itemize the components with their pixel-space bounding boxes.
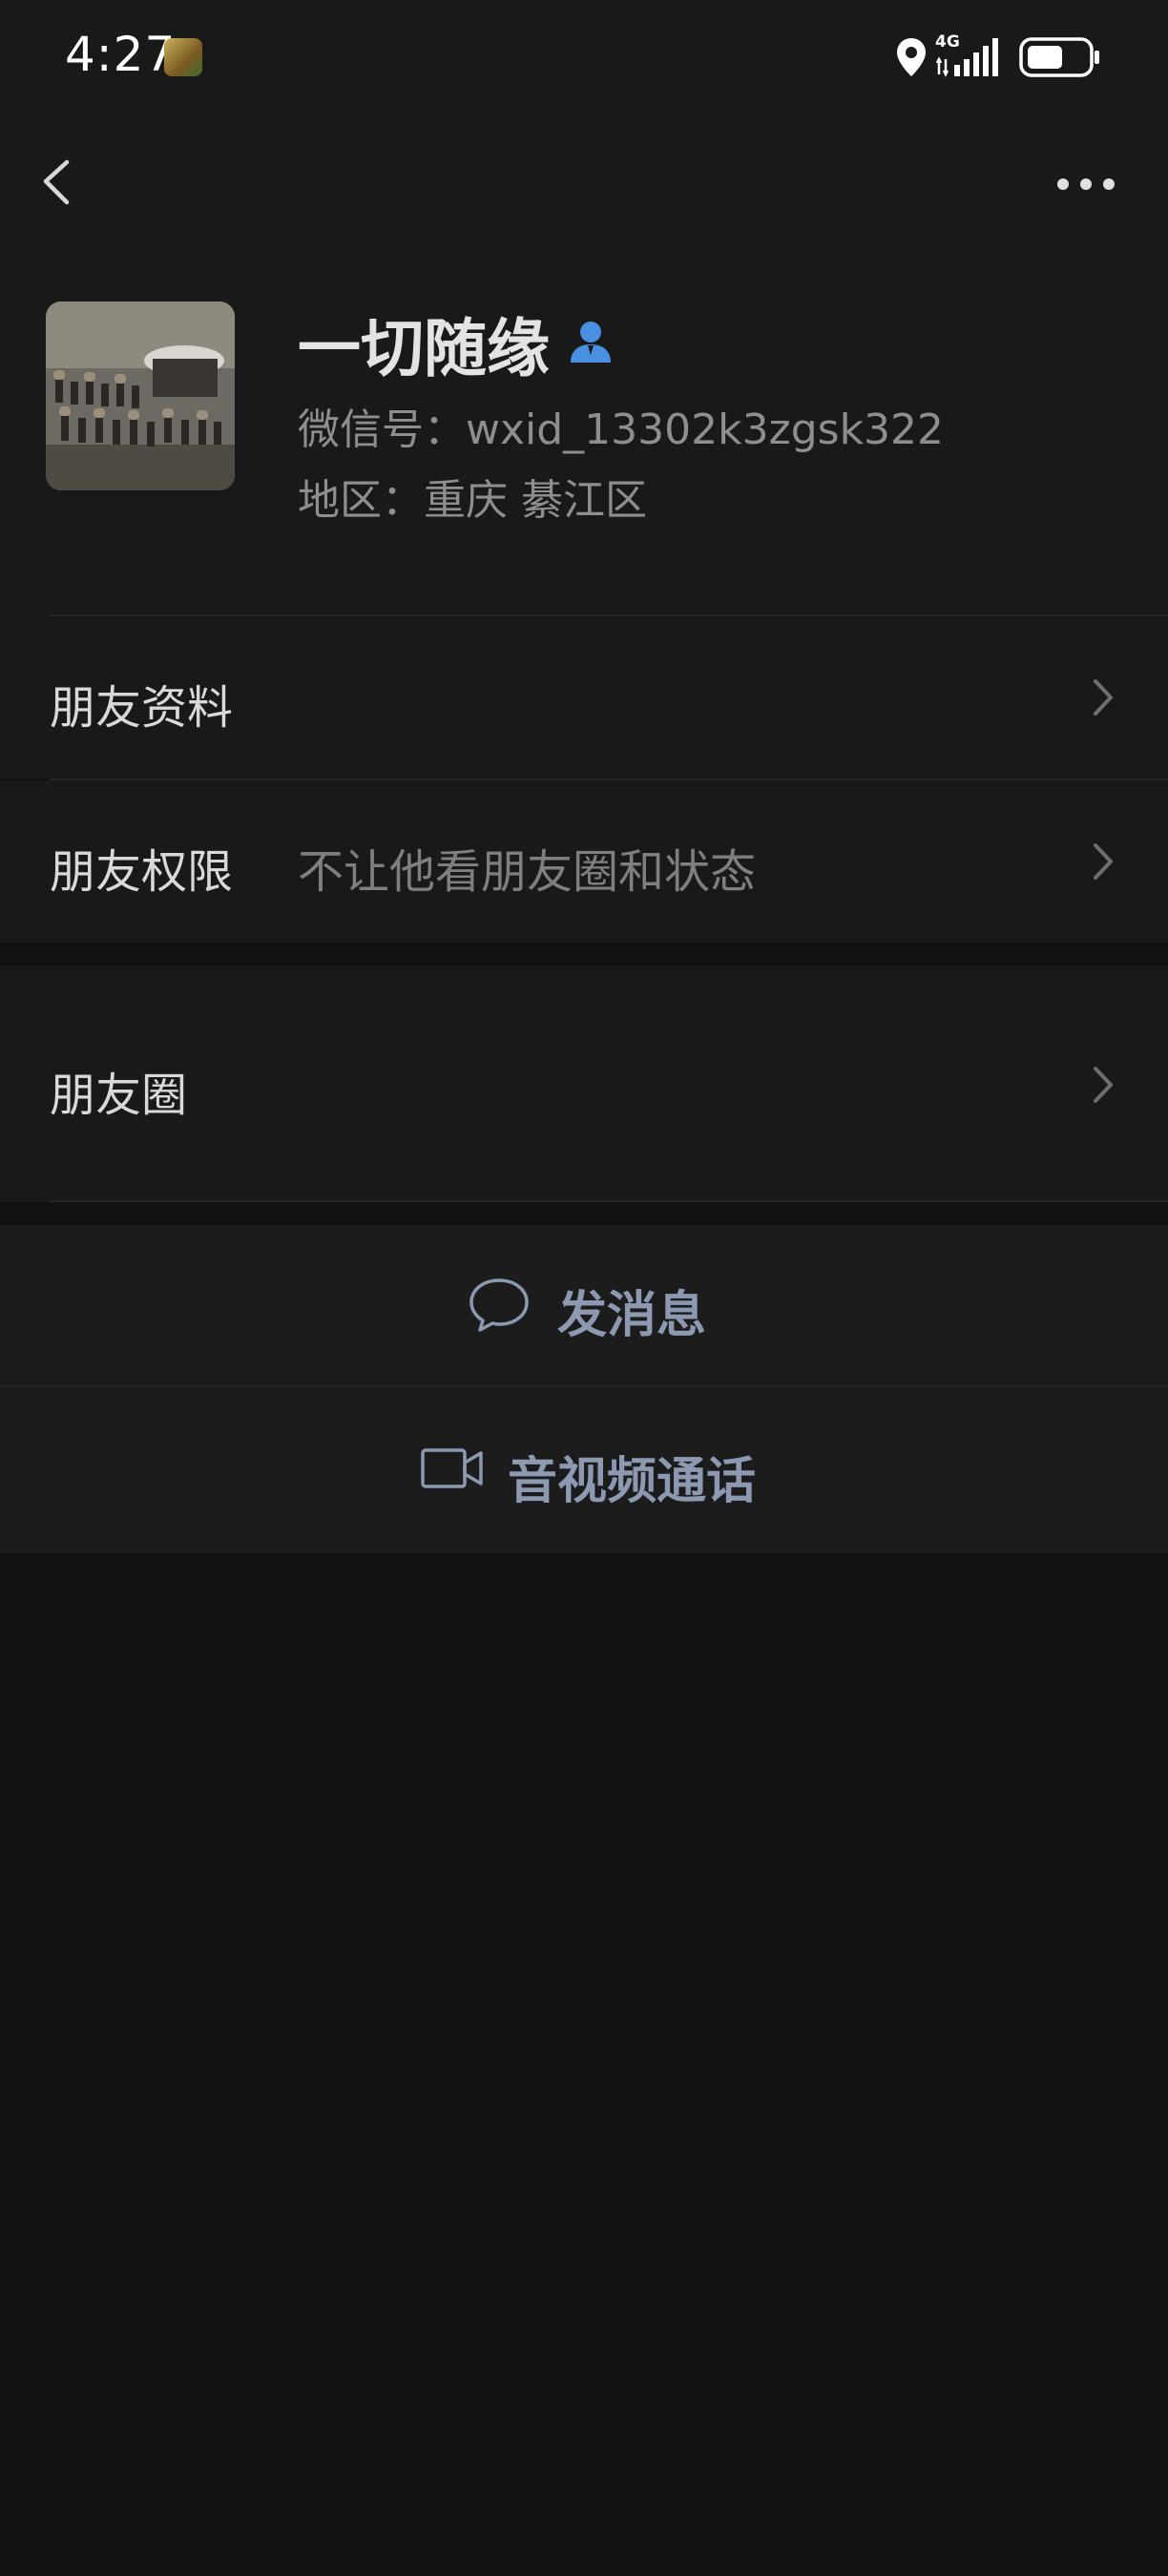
moments-row[interactable]: 朋友圈 <box>0 966 1168 1202</box>
moments-label: 朋友圈 <box>50 1069 188 1122</box>
location-icon <box>897 38 926 76</box>
wechat-id: 微信号：wxid_13302k3zgsk322 <box>298 405 945 454</box>
region: 地区：重庆 綦江区 <box>298 476 647 525</box>
friend-permissions-row[interactable]: 朋友权限 不让他看朋友圈和状态 <box>0 780 1168 943</box>
av-call-label: 音视频通话 <box>508 1453 757 1510</box>
notification-app-icon <box>164 38 202 76</box>
section-gap <box>0 943 1168 966</box>
friend-permissions-value: 不让他看朋友圈和状态 <box>298 845 757 899</box>
section-gap <box>0 1202 1168 1225</box>
friend-permissions-label: 朋友权限 <box>50 845 234 899</box>
avatar[interactable] <box>46 301 235 490</box>
more-button[interactable] <box>1040 153 1126 210</box>
status-time: 4:27 <box>65 27 177 82</box>
person-icon <box>571 322 611 363</box>
signal-icon: 4G <box>935 32 1010 78</box>
send-message-label: 发消息 <box>557 1287 707 1344</box>
chevron-right-icon <box>1094 1067 1113 1103</box>
avatar-photo <box>46 301 235 490</box>
profile-name: 一切随缘 <box>298 312 550 385</box>
chevron-right-icon <box>1094 843 1113 880</box>
send-message-button[interactable]: 发消息 <box>0 1225 1168 1385</box>
back-button[interactable] <box>29 143 86 219</box>
friend-info-row[interactable]: 朋友资料 <box>0 616 1168 779</box>
chat-bubble-icon <box>469 1278 529 1332</box>
av-call-button[interactable]: 音视频通话 <box>0 1387 1168 1551</box>
video-camera-icon <box>421 1448 483 1488</box>
divider <box>0 1551 1168 1553</box>
battery-icon <box>1019 37 1099 77</box>
top-nav-bar <box>0 113 1168 256</box>
chevron-right-icon <box>1094 679 1113 716</box>
friend-info-label: 朋友资料 <box>50 681 234 735</box>
